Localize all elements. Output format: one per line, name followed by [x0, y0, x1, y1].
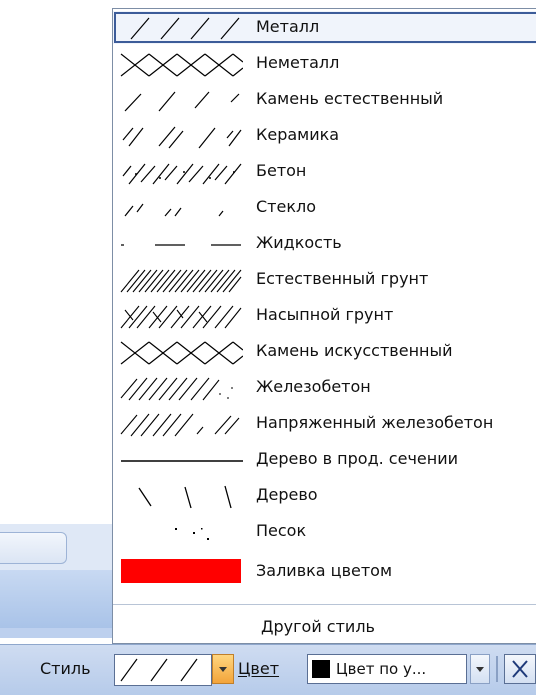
liquid-hatch-icon [121, 244, 241, 246]
style-label: Стиль [40, 659, 91, 678]
menu-item-label: Камень естественный [256, 89, 444, 108]
menu-item-artificial-stone[interactable]: Камень искусственный [113, 335, 536, 368]
menu-item-liquid[interactable]: Жидкость [113, 227, 536, 260]
concrete-hatch-icon [122, 163, 242, 185]
metal-hatch-icon [130, 17, 240, 40]
color-swatch [312, 660, 330, 678]
toolbar-separator [496, 656, 498, 682]
menu-item-natural-stone[interactable]: Камень естественный [113, 83, 536, 116]
menu-item-label: Другой стиль [261, 617, 375, 636]
menu-item-bulk-soil[interactable]: Насыпной грунт [113, 299, 536, 332]
menu-item-label: Дерево [256, 485, 318, 504]
menu-item-concrete[interactable]: Бетон [113, 155, 536, 188]
app-ribbon [0, 570, 112, 628]
menu-item-natural-soil[interactable]: Естественный грунт [113, 263, 536, 296]
natural-stone-hatch-icon [124, 91, 240, 112]
menu-item-reinforced-concrete[interactable]: Железобетон [113, 371, 536, 404]
menu-item-wood[interactable]: Дерево [113, 479, 536, 512]
hatch-style-dropdown: Металл Неметалл Камень естественный Кера… [112, 8, 536, 644]
bulk-soil-hatch-icon [120, 305, 242, 329]
nonmetal-hatch-icon [120, 53, 243, 77]
color-combobox[interactable]: Цвет по у... [307, 654, 467, 684]
menu-item-sand[interactable]: Песок [113, 515, 536, 548]
menu-item-label: Стекло [256, 197, 317, 216]
menu-separator [113, 604, 536, 605]
bottom-toolbar: Стиль Цвет Цвет по у... [0, 644, 536, 695]
menu-item-wood-longitudinal[interactable]: Дерево в прод. сечении [113, 443, 536, 476]
color-value: Цвет по у... [336, 660, 427, 678]
menu-item-metal[interactable]: Металл [113, 11, 536, 44]
menu-item-label: Заливка цветом [256, 561, 393, 580]
menu-item-label: Камень искусственный [256, 341, 453, 360]
close-button[interactable] [504, 654, 536, 684]
ceramic-hatch-icon [122, 126, 242, 149]
menu-item-label: Неметалл [256, 53, 340, 72]
artificial-stone-hatch-icon [120, 341, 243, 365]
sand-hatch-icon [175, 528, 209, 540]
menu-item-label: Жидкость [256, 233, 342, 252]
menu-item-label: Естественный грунт [256, 269, 429, 288]
menu-item-label: Напряженный железобетон [256, 413, 494, 432]
wood-longitudinal-hatch-icon [121, 460, 243, 462]
prestressed-concrete-hatch-icon [120, 413, 240, 437]
menu-item-glass[interactable]: Стекло [113, 191, 536, 224]
reinforced-concrete-hatch-icon [120, 377, 233, 401]
menu-item-label: Керамика [256, 125, 340, 144]
chevron-down-icon [476, 667, 484, 672]
menu-item-color-fill[interactable]: Заливка цветом [113, 555, 536, 588]
glass-hatch-icon [124, 203, 224, 217]
close-icon [512, 660, 528, 678]
style-dropdown-button[interactable] [212, 654, 234, 684]
metal-hatch-icon [120, 658, 198, 682]
menu-item-label: Железобетон [256, 377, 371, 396]
menu-item-prestressed-concrete[interactable]: Напряженный железобетон [113, 407, 536, 440]
menu-item-nonmetal[interactable]: Неметалл [113, 47, 536, 80]
menu-item-label: Бетон [256, 161, 307, 180]
menu-item-label: Насыпной грунт [256, 305, 394, 324]
chevron-down-icon [219, 667, 227, 672]
color-dropdown-button[interactable] [470, 654, 490, 684]
natural-soil-hatch-icon [120, 269, 242, 293]
menu-item-label: Металл [256, 17, 320, 36]
color-label: Цвет [238, 659, 280, 678]
menu-item-label: Дерево в прод. сечении [256, 449, 458, 468]
wood-hatch-icon [138, 485, 232, 509]
color-fill-icon [121, 559, 241, 583]
style-combobox[interactable] [114, 654, 212, 686]
menu-item-label: Песок [256, 521, 307, 540]
menu-item-ceramic[interactable]: Керамика [113, 119, 536, 152]
app-field[interactable] [0, 532, 67, 564]
menu-item-other-style[interactable]: Другой стиль [113, 613, 536, 641]
app-ribbon-edge [0, 628, 112, 638]
